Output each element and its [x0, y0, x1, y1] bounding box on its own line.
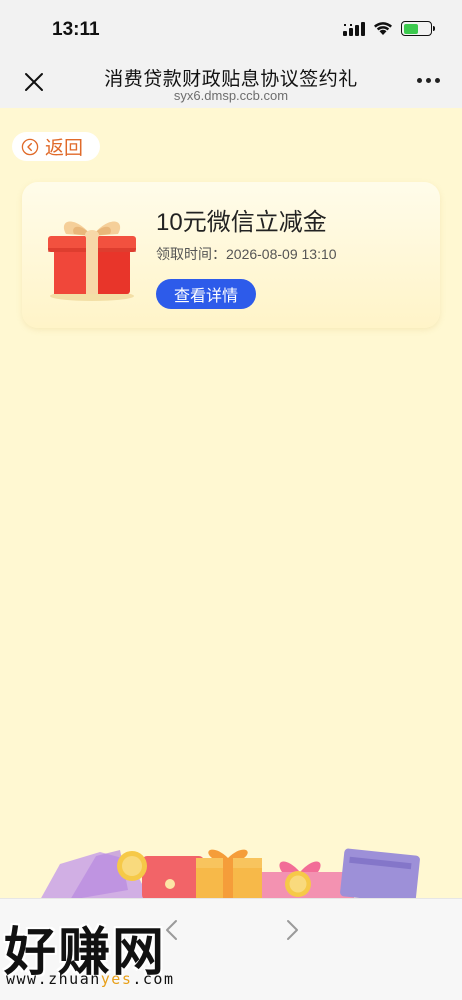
status-bar: 13:11 — [0, 0, 462, 56]
chevron-right-icon[interactable] — [282, 919, 302, 941]
view-details-button[interactable]: 查看详情 — [156, 279, 256, 309]
nav-bar: 消费贷款财政贴息协议签约礼 syx6.dmsp.ccb.com — [0, 56, 462, 108]
watermark-url-suffix: .com — [132, 970, 175, 988]
reward-title: 10元微信立减金 — [156, 209, 327, 236]
reward-card: 10元微信立减金 领取时间：2026-08-09 13:10 查看详情 — [22, 182, 440, 328]
back-label: 返回 — [45, 138, 84, 159]
site-watermark: 好赚网 www.zhuanyes.com — [4, 910, 204, 990]
watermark-url-prefix: www.zhuan — [6, 970, 101, 988]
gift-box-icon — [48, 221, 136, 301]
back-circle-icon — [21, 138, 39, 155]
page-domain: syx6.dmsp.ccb.com — [173, 88, 289, 103]
battery-level — [403, 23, 418, 34]
more-dots-icon[interactable] — [417, 78, 440, 83]
watermark-url: www.zhuanyes.com — [6, 970, 175, 988]
gift-decoration-illustration — [40, 848, 420, 900]
wifi-icon — [374, 22, 392, 35]
reward-time: 领取时间：2026-08-09 13:10 — [156, 246, 337, 262]
watermark-url-highlight: yes — [100, 970, 133, 988]
status-time: 13:11 — [52, 19, 100, 40]
page-title: 消费贷款财政贴息协议签约礼 — [104, 69, 358, 90]
cellular-signal-icon — [343, 21, 365, 36]
status-icons — [343, 21, 435, 36]
battery-icon — [401, 21, 435, 36]
back-button[interactable]: 返回 — [12, 132, 100, 161]
